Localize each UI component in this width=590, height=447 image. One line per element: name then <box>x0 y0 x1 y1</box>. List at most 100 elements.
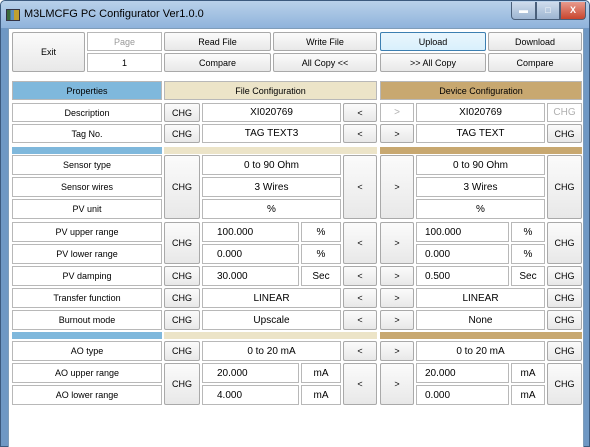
tag-label: Tag No. <box>12 124 162 143</box>
pv-damping-file-chg-button[interactable]: CHG <box>164 266 200 286</box>
separator-band-file-2 <box>164 332 377 339</box>
sensor-wires-device-value: 3 Wires <box>416 177 545 197</box>
transfer-function-label: Transfer function <box>12 288 162 308</box>
pv-range-file-chg-button[interactable]: CHG <box>164 222 200 264</box>
separator-band-device-2 <box>380 332 582 339</box>
transfer-copy-left-button[interactable]: < <box>343 288 377 308</box>
pv-upper-range-label: PV upper range <box>12 222 162 242</box>
ao-type-device-value: 0 to 20 mA <box>416 341 545 361</box>
tag-device-value: TAG TEXT <box>416 124 545 143</box>
tag-copy-right-button[interactable]: > <box>380 124 414 143</box>
description-device-chg-button[interactable]: CHG <box>547 103 582 122</box>
burnout-file-chg-button[interactable]: CHG <box>164 310 200 330</box>
transfer-file-chg-button[interactable]: CHG <box>164 288 200 308</box>
separator-band-device <box>380 147 582 154</box>
exit-button[interactable]: Exit <box>12 32 85 72</box>
ao-lower-file-unit: mA <box>301 385 341 405</box>
pv-lower-file-value: 0.000 <box>202 244 299 264</box>
maximize-button[interactable]: □ <box>536 2 560 20</box>
pv-damping-device-chg-button[interactable]: CHG <box>547 266 582 286</box>
description-copy-left-button[interactable]: < <box>343 103 377 122</box>
tag-file-value: TAG TEXT3 <box>202 124 341 143</box>
description-file-value: XI020769 <box>202 103 341 122</box>
pv-range-copy-left-button[interactable]: < <box>343 222 377 264</box>
burnout-file-value: Upscale <box>202 310 341 330</box>
pv-damping-device-unit: Sec <box>511 266 545 286</box>
transfer-copy-right-button[interactable]: > <box>380 288 414 308</box>
sensor-type-file-value: 0 to 90 Ohm <box>202 155 341 175</box>
pv-upper-device-value: 100.000 <box>416 222 509 242</box>
sensor-type-label: Sensor type <box>12 155 162 175</box>
transfer-file-value: LINEAR <box>202 288 341 308</box>
client-area: Exit Page 1 Read File Write File Compare… <box>8 28 584 447</box>
ao-type-label: AO type <box>12 341 162 361</box>
pv-upper-device-unit: % <box>511 222 545 242</box>
file-config-header: File Configuration <box>164 81 377 100</box>
sensor-wires-file-value: 3 Wires <box>202 177 341 197</box>
compare-device-button[interactable]: Compare <box>488 53 582 72</box>
pv-damping-file-unit: Sec <box>301 266 341 286</box>
device-config-header: Device Configuration <box>380 81 582 100</box>
ao-range-copy-right-button[interactable]: > <box>380 363 414 405</box>
minimize-button[interactable]: ▬ <box>511 2 536 20</box>
pv-lower-range-label: PV lower range <box>12 244 162 264</box>
sensor-wires-label: Sensor wires <box>12 177 162 197</box>
sensor-device-chg-button[interactable]: CHG <box>547 155 582 219</box>
separator-band-properties-2 <box>12 332 162 339</box>
tag-copy-left-button[interactable]: < <box>343 124 377 143</box>
window-title: M3LMCFG PC Configurator Ver1.0.0 <box>24 8 204 20</box>
ao-range-copy-left-button[interactable]: < <box>343 363 377 405</box>
pv-lower-file-unit: % <box>301 244 341 264</box>
sensor-file-chg-button[interactable]: CHG <box>164 155 200 219</box>
transfer-device-value: LINEAR <box>416 288 545 308</box>
ao-lower-file-value: 4.000 <box>202 385 299 405</box>
description-copy-right-button[interactable]: > <box>380 103 414 122</box>
ao-type-file-chg-button[interactable]: CHG <box>164 341 200 361</box>
all-copy-to-file-button[interactable]: All Copy << <box>273 53 377 72</box>
pv-unit-label: PV unit <box>12 199 162 219</box>
ao-lower-device-unit: mA <box>511 385 545 405</box>
ao-upper-device-value: 20.000 <box>416 363 509 383</box>
transfer-device-chg-button[interactable]: CHG <box>547 288 582 308</box>
burnout-device-value: None <box>416 310 545 330</box>
ao-type-copy-right-button[interactable]: > <box>380 341 414 361</box>
ao-range-device-chg-button[interactable]: CHG <box>547 363 582 405</box>
separator-band-properties <box>12 147 162 154</box>
read-file-button[interactable]: Read File <box>164 32 271 51</box>
separator-band-file <box>164 147 377 154</box>
ao-lower-range-label: AO lower range <box>12 385 162 405</box>
pv-damping-file-value: 30.000 <box>202 266 299 286</box>
ao-upper-file-value: 20.000 <box>202 363 299 383</box>
description-device-value: XI020769 <box>416 103 545 122</box>
app-window: M3LMCFG PC Configurator Ver1.0.0 ▬ □ X E… <box>0 0 590 447</box>
ao-type-device-chg-button[interactable]: CHG <box>547 341 582 361</box>
page-number-field[interactable]: 1 <box>87 53 162 72</box>
pv-range-device-chg-button[interactable]: CHG <box>547 222 582 264</box>
sensor-copy-left-button[interactable]: < <box>343 155 377 219</box>
pv-upper-file-unit: % <box>301 222 341 242</box>
upload-button[interactable]: Upload <box>380 32 486 51</box>
pv-damping-copy-right-button[interactable]: > <box>380 266 414 286</box>
burnout-copy-left-button[interactable]: < <box>343 310 377 330</box>
all-copy-to-device-button[interactable]: >> All Copy <box>380 53 486 72</box>
pv-unit-device-value: % <box>416 199 545 219</box>
pv-range-copy-right-button[interactable]: > <box>380 222 414 264</box>
burnout-device-chg-button[interactable]: CHG <box>547 310 582 330</box>
pv-lower-device-unit: % <box>511 244 545 264</box>
ao-upper-device-unit: mA <box>511 363 545 383</box>
compare-file-button[interactable]: Compare <box>164 53 271 72</box>
sensor-copy-right-button[interactable]: > <box>380 155 414 219</box>
burnout-copy-right-button[interactable]: > <box>380 310 414 330</box>
description-label: Description <box>12 103 162 122</box>
tag-device-chg-button[interactable]: CHG <box>547 124 582 143</box>
write-file-button[interactable]: Write File <box>273 32 377 51</box>
ao-type-copy-left-button[interactable]: < <box>343 341 377 361</box>
properties-header: Properties <box>12 81 162 100</box>
download-button[interactable]: Download <box>488 32 582 51</box>
ao-range-file-chg-button[interactable]: CHG <box>164 363 200 405</box>
description-file-chg-button[interactable]: CHG <box>164 103 200 122</box>
tag-file-chg-button[interactable]: CHG <box>164 124 200 143</box>
pv-damping-copy-left-button[interactable]: < <box>343 266 377 286</box>
pv-unit-file-value: % <box>202 199 341 219</box>
close-button[interactable]: X <box>560 2 586 20</box>
